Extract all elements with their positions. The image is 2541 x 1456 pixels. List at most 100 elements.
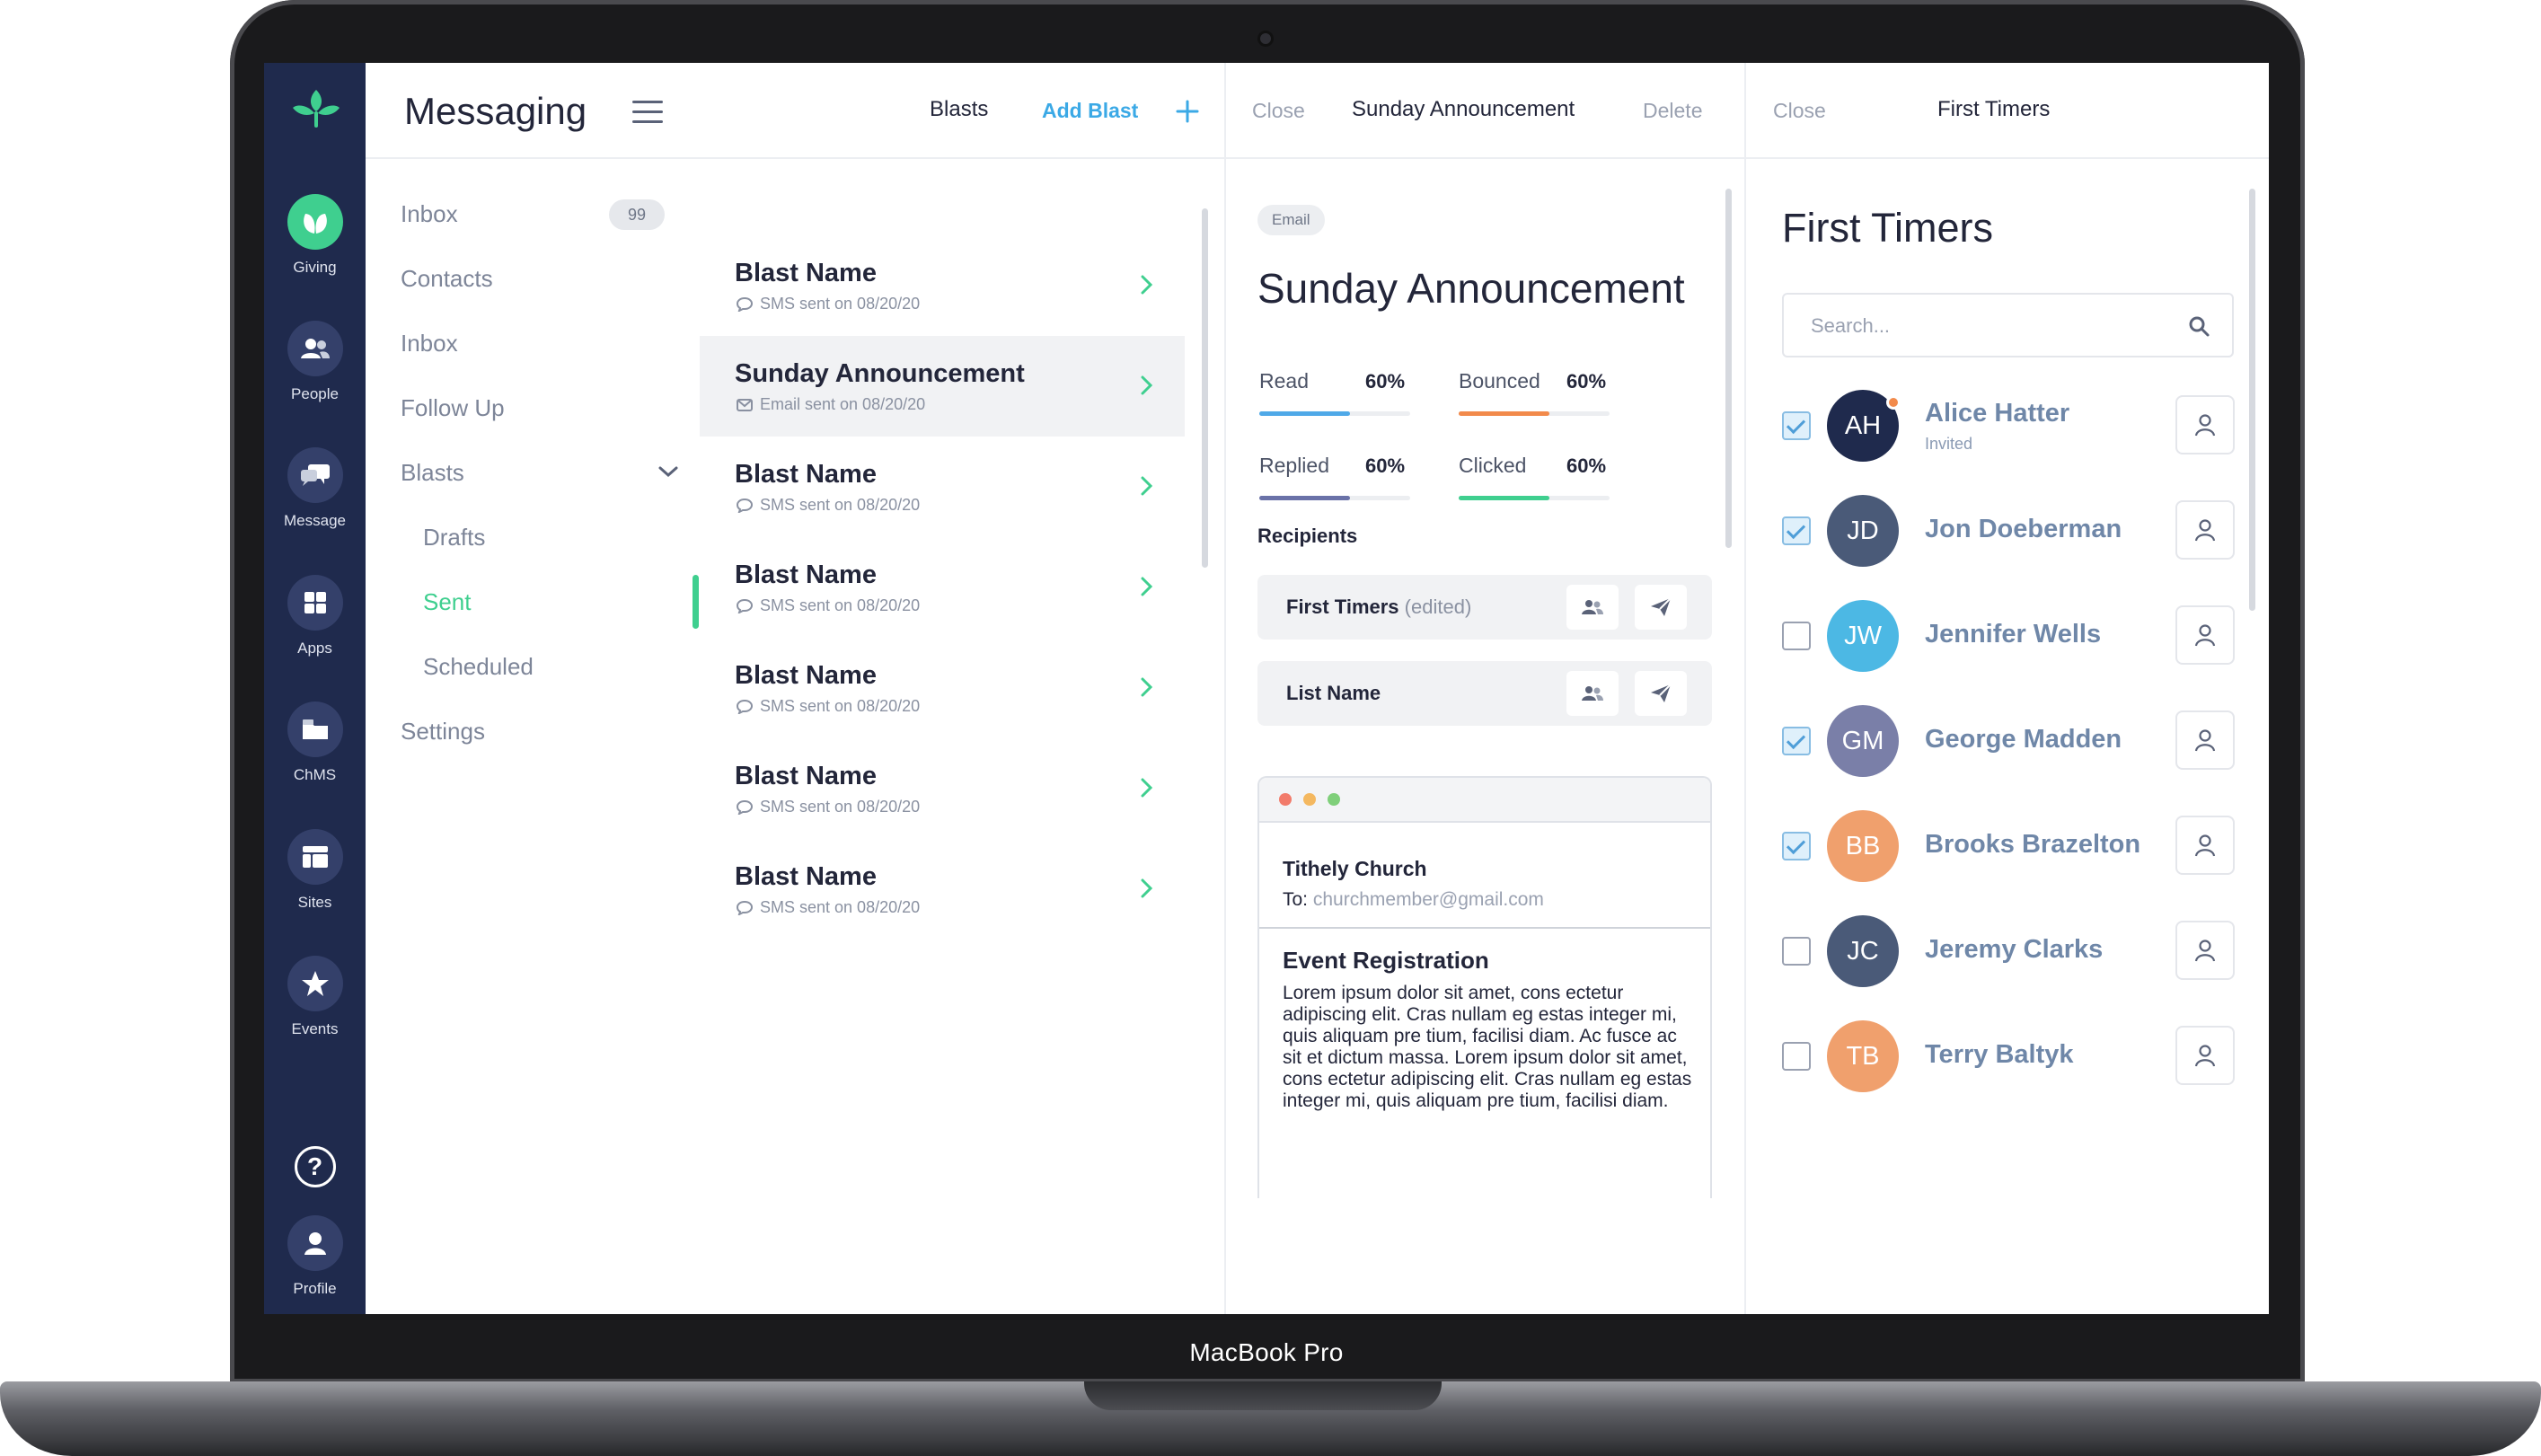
chevron-right-icon[interactable] [1134, 472, 1158, 499]
blast-list-item[interactable]: Blast Name SMS sent on 08/20/20 [700, 437, 1185, 537]
user-icon [2194, 834, 2216, 857]
nav-scheduled[interactable]: Scheduled [423, 653, 534, 681]
nav-sent[interactable]: Sent [423, 588, 472, 616]
rail-item-sites[interactable]: Sites [264, 829, 366, 912]
send-icon [1651, 597, 1672, 616]
rail-item-profile[interactable]: Profile [264, 1215, 366, 1298]
recipient-row: List Name [1257, 661, 1712, 726]
messaging-header: Messaging Blasts Add Blast [366, 63, 1224, 159]
rail-item-message[interactable]: Message [264, 447, 366, 530]
rail-item-giving[interactable]: Giving [264, 194, 366, 277]
sms-icon [737, 498, 753, 513]
search-field[interactable]: Search... [1782, 293, 2234, 357]
close-people-button[interactable]: Close [1773, 99, 1826, 123]
blast-meta-text: SMS sent on 08/20/20 [760, 295, 921, 313]
nav-blasts[interactable]: Blasts [401, 459, 464, 487]
blast-list-item[interactable]: Blast Name SMS sent on 08/20/20 [700, 738, 1185, 839]
page-title: Messaging [404, 90, 587, 132]
chevron-right-icon[interactable] [1134, 271, 1158, 298]
nav-inbox-2[interactable]: Inbox [401, 330, 458, 357]
chevron-right-icon[interactable] [1134, 372, 1158, 399]
profile-button[interactable] [2175, 921, 2235, 980]
select-checkbox[interactable] [1782, 727, 1811, 755]
blast-list-item[interactable]: Blast Name SMS sent on 08/20/20 [700, 839, 1185, 940]
nav-contacts[interactable]: Contacts [401, 265, 493, 293]
people-scrollbar[interactable] [2249, 189, 2255, 611]
email-preview: Tithely Church To: churchmember@gmail.co… [1257, 776, 1712, 1198]
plus-icon[interactable] [1176, 100, 1199, 123]
person-name[interactable]: Alice Hatter [1925, 399, 2069, 428]
select-checkbox[interactable] [1782, 832, 1811, 860]
profile-button[interactable] [2175, 500, 2235, 560]
send-button[interactable] [1635, 585, 1687, 630]
column-divider [1744, 63, 1746, 1314]
blast-meta-text: SMS sent on 08/20/20 [760, 496, 921, 514]
blast-list-scrollbar[interactable] [1202, 208, 1208, 568]
person-row: JW Jennifer Wells [1782, 600, 2235, 672]
rail-label: Apps [297, 640, 332, 657]
rail-item-apps[interactable]: Apps [264, 575, 366, 657]
people-header-title: First Timers [1937, 97, 2051, 121]
person-name[interactable]: Terry Baltyk [1925, 1040, 2074, 1070]
close-detail-button[interactable]: Close [1252, 99, 1305, 123]
avatar: GM [1827, 705, 1899, 777]
people-header: Close First Timers [1746, 63, 2269, 159]
active-indicator [693, 575, 699, 629]
rail-item-chms[interactable]: ChMS [264, 702, 366, 784]
blast-meta: Email sent on 08/20/20 [737, 395, 925, 414]
nav-drafts[interactable]: Drafts [423, 524, 485, 552]
add-blast-button[interactable]: Add Blast [1042, 99, 1138, 123]
person-name[interactable]: Jennifer Wells [1925, 620, 2101, 649]
list-title: First Timers [1782, 205, 1993, 251]
chevron-right-icon[interactable] [1134, 573, 1158, 600]
sms-icon [737, 699, 753, 714]
blast-list-item[interactable]: Sunday Announcement Email sent on 08/20/2… [700, 336, 1185, 437]
rail-item-people[interactable]: People [264, 321, 366, 403]
blast-list-item[interactable]: Blast Name SMS sent on 08/20/20 [700, 638, 1185, 738]
help-button[interactable]: ? [264, 1146, 366, 1187]
blast-name: Blast Name [735, 460, 877, 489]
person-name[interactable]: Jeremy Clarks [1925, 935, 2103, 965]
blast-list-item[interactable]: Blast Name SMS sent on 08/20/20 [700, 537, 1185, 638]
hamburger-menu-icon[interactable] [632, 101, 663, 126]
chevron-right-icon[interactable] [1134, 774, 1158, 801]
blasts-heading: Blasts [930, 97, 989, 121]
send-button[interactable] [1635, 671, 1687, 716]
chevron-right-icon[interactable] [1134, 875, 1158, 902]
nav-settings[interactable]: Settings [401, 718, 485, 746]
search-input[interactable]: Search... [1811, 314, 1890, 338]
person-name[interactable]: Brooks Brazelton [1925, 830, 2140, 860]
chevron-right-icon[interactable] [1134, 674, 1158, 701]
profile-button[interactable] [2175, 395, 2235, 454]
select-checkbox[interactable] [1782, 1042, 1811, 1071]
profile-button[interactable] [2175, 816, 2235, 875]
profile-button[interactable] [2175, 605, 2235, 665]
avatar: JC [1827, 915, 1899, 987]
person-name[interactable]: George Madden [1925, 725, 2122, 754]
select-checkbox[interactable] [1782, 622, 1811, 650]
delete-button[interactable]: Delete [1643, 99, 1702, 123]
email-from: Tithely Church [1283, 857, 1427, 880]
view-members-button[interactable] [1566, 585, 1619, 630]
select-checkbox[interactable] [1782, 411, 1811, 440]
detail-scrollbar[interactable] [1725, 189, 1732, 548]
view-members-button[interactable] [1566, 671, 1619, 716]
recipient-name: First Timers (edited) [1286, 596, 1471, 619]
email-subject: Event Registration [1283, 947, 1489, 974]
person-name[interactable]: Jon Doeberman [1925, 515, 2122, 544]
select-checkbox[interactable] [1782, 937, 1811, 966]
profile-button[interactable] [2175, 710, 2235, 770]
blast-list-item[interactable]: Blast Name SMS sent on 08/20/20 [700, 235, 1185, 336]
recipients-label: Recipients [1257, 525, 1358, 547]
profile-button[interactable] [2175, 1026, 2235, 1085]
nav-inbox[interactable]: Inbox [401, 200, 458, 228]
stat-label: Read [1259, 369, 1309, 393]
search-icon[interactable] [2187, 314, 2210, 338]
person-row: AH Alice Hatter Invited [1782, 390, 2235, 462]
blast-name: Blast Name [735, 259, 877, 287]
user-icon [2194, 1045, 2216, 1067]
rail-item-events[interactable]: Events [264, 956, 366, 1038]
select-checkbox[interactable] [1782, 516, 1811, 545]
chevron-down-icon[interactable] [657, 463, 679, 480]
nav-follow-up[interactable]: Follow Up [401, 394, 505, 422]
